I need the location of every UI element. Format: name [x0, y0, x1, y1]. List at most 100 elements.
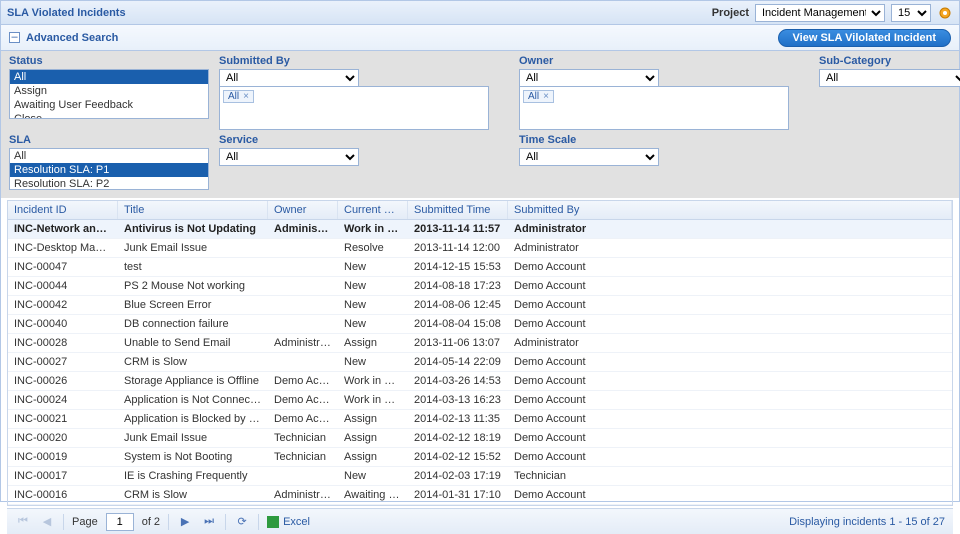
cell-title: Unable to Send Email — [118, 334, 268, 352]
table-row[interactable]: INC-00020Junk Email IssueTechnicianAssig… — [8, 429, 952, 448]
export-excel-link[interactable]: Excel — [267, 516, 310, 528]
service-select[interactable]: All — [219, 148, 359, 166]
cell-by: Demo Account — [508, 486, 952, 504]
listbox-option[interactable]: Assign — [10, 84, 208, 98]
cell-time: 2014-03-26 14:53 — [408, 372, 508, 390]
cell-by: Demo Account — [508, 277, 952, 295]
col-owner[interactable]: Owner — [268, 201, 338, 219]
subcategory-select[interactable]: All — [819, 69, 960, 87]
status-filter: Status AllAssignAwaiting User FeedbackCl… — [9, 53, 209, 130]
listbox-option[interactable]: Close — [10, 112, 208, 119]
owner-filter: Owner All All × — [519, 53, 809, 130]
last-page-icon[interactable]: ⏭ — [201, 514, 217, 530]
cell-owner: Administrator — [268, 334, 338, 352]
table-row[interactable]: INC-00028Unable to Send EmailAdministrat… — [8, 334, 952, 353]
incidents-grid: Incident ID Title Owner Current Status S… — [7, 200, 953, 506]
prev-page-icon[interactable]: ◀ — [39, 514, 55, 530]
cell-by: Demo Account — [508, 296, 952, 314]
remove-tag-icon[interactable]: × — [543, 91, 549, 102]
page-label: Page — [72, 516, 98, 528]
submittedby-tagbox[interactable]: All × — [219, 86, 489, 130]
view-sla-violated-button[interactable]: View SLA Vilolated Incident — [778, 29, 951, 47]
cell-id: INC-00021 — [8, 410, 118, 428]
cell-owner: Administrator — [268, 486, 338, 504]
page-input[interactable] — [106, 513, 134, 531]
collapse-icon[interactable]: – — [9, 32, 20, 43]
table-row[interactable]: INC-00044PS 2 Mouse Not workingNew2014-0… — [8, 277, 952, 296]
submittedby-tag: All × — [223, 90, 254, 103]
col-submitted-by[interactable]: Submitted By — [508, 201, 952, 219]
cell-owner: Demo Account — [268, 391, 338, 409]
cell-title: System is Not Booting — [118, 448, 268, 466]
cell-time: 2013-11-06 13:07 — [408, 334, 508, 352]
table-row[interactable]: INC-00027CRM is SlowNew2014-05-14 22:09D… — [8, 353, 952, 372]
refresh-icon[interactable]: ⟳ — [234, 514, 250, 530]
cell-title: CRM is Slow — [118, 353, 268, 371]
owner-tagbox[interactable]: All × — [519, 86, 789, 130]
cell-title: IE is Crashing Frequently — [118, 467, 268, 485]
cell-owner — [268, 353, 338, 371]
timescale-label: Time Scale — [519, 134, 809, 146]
cell-id: INC-00028 — [8, 334, 118, 352]
cell-time: 2013-11-14 12:00 — [408, 239, 508, 257]
table-row[interactable]: INC-00019System is Not BootingTechnician… — [8, 448, 952, 467]
cell-status: Assign — [338, 410, 408, 428]
table-row[interactable]: INC-00047testNew2014-12-15 15:53Demo Acc… — [8, 258, 952, 277]
table-row[interactable]: INC-00042Blue Screen ErrorNew2014-08-06 … — [8, 296, 952, 315]
listbox-option[interactable]: All — [10, 149, 208, 163]
pagesize-select[interactable]: 15 — [891, 4, 931, 22]
cell-id: INC-00017 — [8, 467, 118, 485]
sla-listbox[interactable]: AllResolution SLA: P1Resolution SLA: P2R… — [9, 148, 209, 190]
remove-tag-icon[interactable]: × — [243, 91, 249, 102]
filter-area: Status AllAssignAwaiting User FeedbackCl… — [1, 51, 959, 198]
cell-owner: Demo Account — [268, 372, 338, 390]
divider — [225, 514, 226, 530]
cell-id: INC-00042 — [8, 296, 118, 314]
table-row[interactable]: INC-00017IE is Crashing FrequentlyNew201… — [8, 467, 952, 486]
table-row[interactable]: INC-Network and ...Antivirus is Not Upda… — [8, 220, 952, 239]
cell-status: Assign — [338, 448, 408, 466]
cell-id: INC-Desktop Manag... — [8, 239, 118, 257]
project-select[interactable]: Incident Management — [755, 4, 885, 22]
service-filter: Service All — [219, 132, 509, 190]
first-page-icon[interactable]: ⏮ — [15, 514, 31, 530]
cell-id: INC-00040 — [8, 315, 118, 333]
col-current-status[interactable]: Current Status — [338, 201, 408, 219]
submittedby-select[interactable]: All — [219, 69, 359, 87]
listbox-option[interactable]: Resolution SLA: P2 — [10, 177, 208, 190]
table-row[interactable]: INC-00016CRM is SlowAdministratorAwaitin… — [8, 486, 952, 505]
table-row[interactable]: INC-00024Application is Not Connecting t… — [8, 391, 952, 410]
listbox-option[interactable]: All — [10, 70, 208, 84]
owner-select[interactable]: All — [519, 69, 659, 87]
advanced-search-title: Advanced Search — [26, 32, 772, 44]
sla-label: SLA — [9, 134, 209, 146]
table-row[interactable]: INC-00021Application is Blocked by the F… — [8, 410, 952, 429]
next-page-icon[interactable]: ▶ — [177, 514, 193, 530]
status-listbox[interactable]: AllAssignAwaiting User FeedbackCloseNew — [9, 69, 209, 119]
cell-status: Work in Progr... — [338, 220, 408, 238]
divider — [258, 514, 259, 530]
table-row[interactable]: INC-00026Storage Appliance is OfflineDem… — [8, 372, 952, 391]
cell-title: PS 2 Mouse Not working — [118, 277, 268, 295]
cell-title: Antivirus is Not Updating — [118, 220, 268, 238]
cell-id: INC-00047 — [8, 258, 118, 276]
gear-icon[interactable] — [937, 5, 953, 21]
col-incident-id[interactable]: Incident ID — [8, 201, 118, 219]
col-submitted-time[interactable]: Submitted Time — [408, 201, 508, 219]
listbox-option[interactable]: Awaiting User Feedback — [10, 98, 208, 112]
cell-status: New — [338, 277, 408, 295]
cell-by: Administrator — [508, 220, 952, 238]
tag-text: All — [228, 91, 239, 102]
cell-time: 2014-08-18 17:23 — [408, 277, 508, 295]
sla-filter: SLA AllResolution SLA: P1Resolution SLA:… — [9, 132, 209, 190]
table-row[interactable]: INC-00040DB connection failureNew2014-08… — [8, 315, 952, 334]
cell-id: INC-00016 — [8, 486, 118, 504]
cell-by: Demo Account — [508, 410, 952, 428]
cell-time: 2014-02-12 18:19 — [408, 429, 508, 447]
table-row[interactable]: INC-Desktop Manag...Junk Email IssueReso… — [8, 239, 952, 258]
cell-title: Storage Appliance is Offline — [118, 372, 268, 390]
timescale-select[interactable]: All — [519, 148, 659, 166]
col-title[interactable]: Title — [118, 201, 268, 219]
listbox-option[interactable]: Resolution SLA: P1 — [10, 163, 208, 177]
cell-title: Application is Blocked by the Fire... — [118, 410, 268, 428]
